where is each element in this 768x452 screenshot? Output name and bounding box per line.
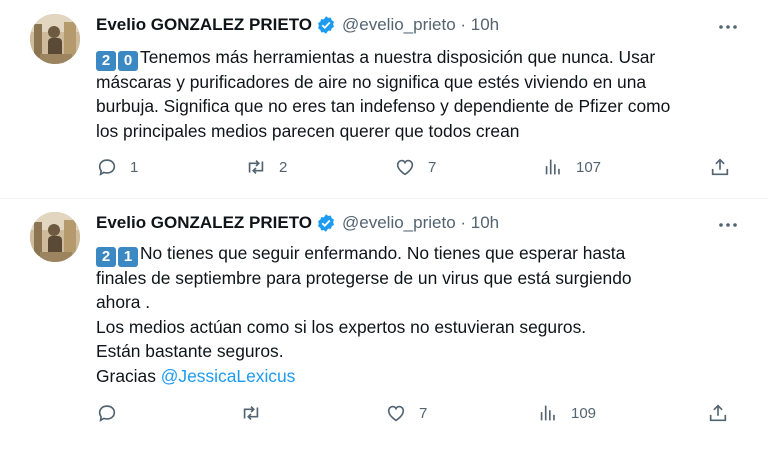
text-line: finales de septiembre para protegerse de…: [96, 267, 632, 288]
avatar[interactable]: [30, 212, 80, 262]
tweet-actions: 7 109: [0, 402, 768, 432]
tweet-2[interactable]: Evelio GONZALEZ PRIETO @evelio_prieto · …: [0, 199, 768, 452]
text-line: burbuja. Significa que no eres tan indef…: [96, 96, 671, 116]
avatar[interactable]: [30, 14, 80, 64]
share-button[interactable]: [709, 156, 731, 178]
views-count: 107: [576, 158, 602, 176]
retweet-button[interactable]: [240, 402, 274, 424]
tweet-header: Evelio GONZALEZ PRIETO @evelio_prieto · …: [96, 14, 499, 36]
text-line: No tienes que seguir enfermando. No tien…: [140, 243, 626, 263]
share-icon: [711, 158, 729, 176]
views-icon: [540, 405, 555, 421]
retweet-count: 2: [279, 158, 288, 176]
text-line: ahora .: [96, 292, 151, 312]
text-line: Los medios actúan como si los expertos n…: [96, 316, 587, 337]
tweet-header: Evelio GONZALEZ PRIETO @evelio_prieto · …: [96, 212, 499, 234]
keycap-digit: 1: [118, 247, 138, 267]
author-handle[interactable]: @evelio_prieto · 10h: [342, 213, 499, 233]
tweet-actions: 1 2 7 107: [0, 156, 768, 186]
text-line: Tenemos más herramientas a nuestra dispo…: [140, 47, 656, 67]
views-button[interactable]: 107: [542, 156, 601, 178]
retweet-icon: [248, 159, 264, 175]
keycap-digit: 0: [118, 51, 138, 71]
reply-icon: [98, 405, 116, 422]
like-count: 7: [419, 404, 428, 422]
more-icon[interactable]: [716, 213, 740, 237]
author-name[interactable]: Evelio GONZALEZ PRIETO: [96, 15, 312, 35]
share-icon: [709, 404, 727, 422]
author-name[interactable]: Evelio GONZALEZ PRIETO: [96, 213, 312, 233]
text-line: los principales medios parecen querer qu…: [96, 120, 520, 141]
tweet-1[interactable]: Evelio GONZALEZ PRIETO @evelio_prieto · …: [0, 0, 768, 198]
text-line: Gracias: [96, 365, 156, 386]
text-line: máscaras y purificadores de aire no sign…: [96, 71, 647, 92]
reply-button[interactable]: [96, 402, 130, 424]
mention-link[interactable]: @JessicaLexicus: [161, 366, 296, 386]
more-icon[interactable]: [716, 15, 740, 39]
like-icon: [387, 405, 405, 422]
tweet-text: 2 0 Tenemos más herramientas a nuestra dis…: [96, 45, 756, 143]
views-button[interactable]: 109: [537, 402, 596, 424]
share-button[interactable]: [707, 402, 729, 424]
verified-badge-icon: [318, 16, 334, 34]
retweet-icon: [243, 405, 259, 421]
reply-count: 1: [130, 158, 139, 176]
keycap-digit: 2: [96, 51, 116, 71]
views-icon: [545, 159, 560, 175]
reply-button[interactable]: 1: [96, 156, 138, 178]
views-count: 109: [571, 404, 597, 422]
like-button[interactable]: 7: [385, 402, 427, 424]
tweet-text: 2 1 No tienes que seguir enfermando. No ti…: [96, 241, 756, 388]
verified-badge-icon: [318, 214, 334, 232]
like-icon: [396, 159, 414, 176]
reply-icon: [98, 159, 116, 176]
like-button[interactable]: 7: [394, 156, 436, 178]
author-handle[interactable]: @evelio_prieto · 10h: [342, 15, 499, 35]
retweet-button[interactable]: 2: [245, 156, 287, 178]
text-line: Están bastante seguros.: [96, 341, 284, 361]
like-count: 7: [428, 158, 437, 176]
keycap-digit: 2: [96, 247, 116, 267]
